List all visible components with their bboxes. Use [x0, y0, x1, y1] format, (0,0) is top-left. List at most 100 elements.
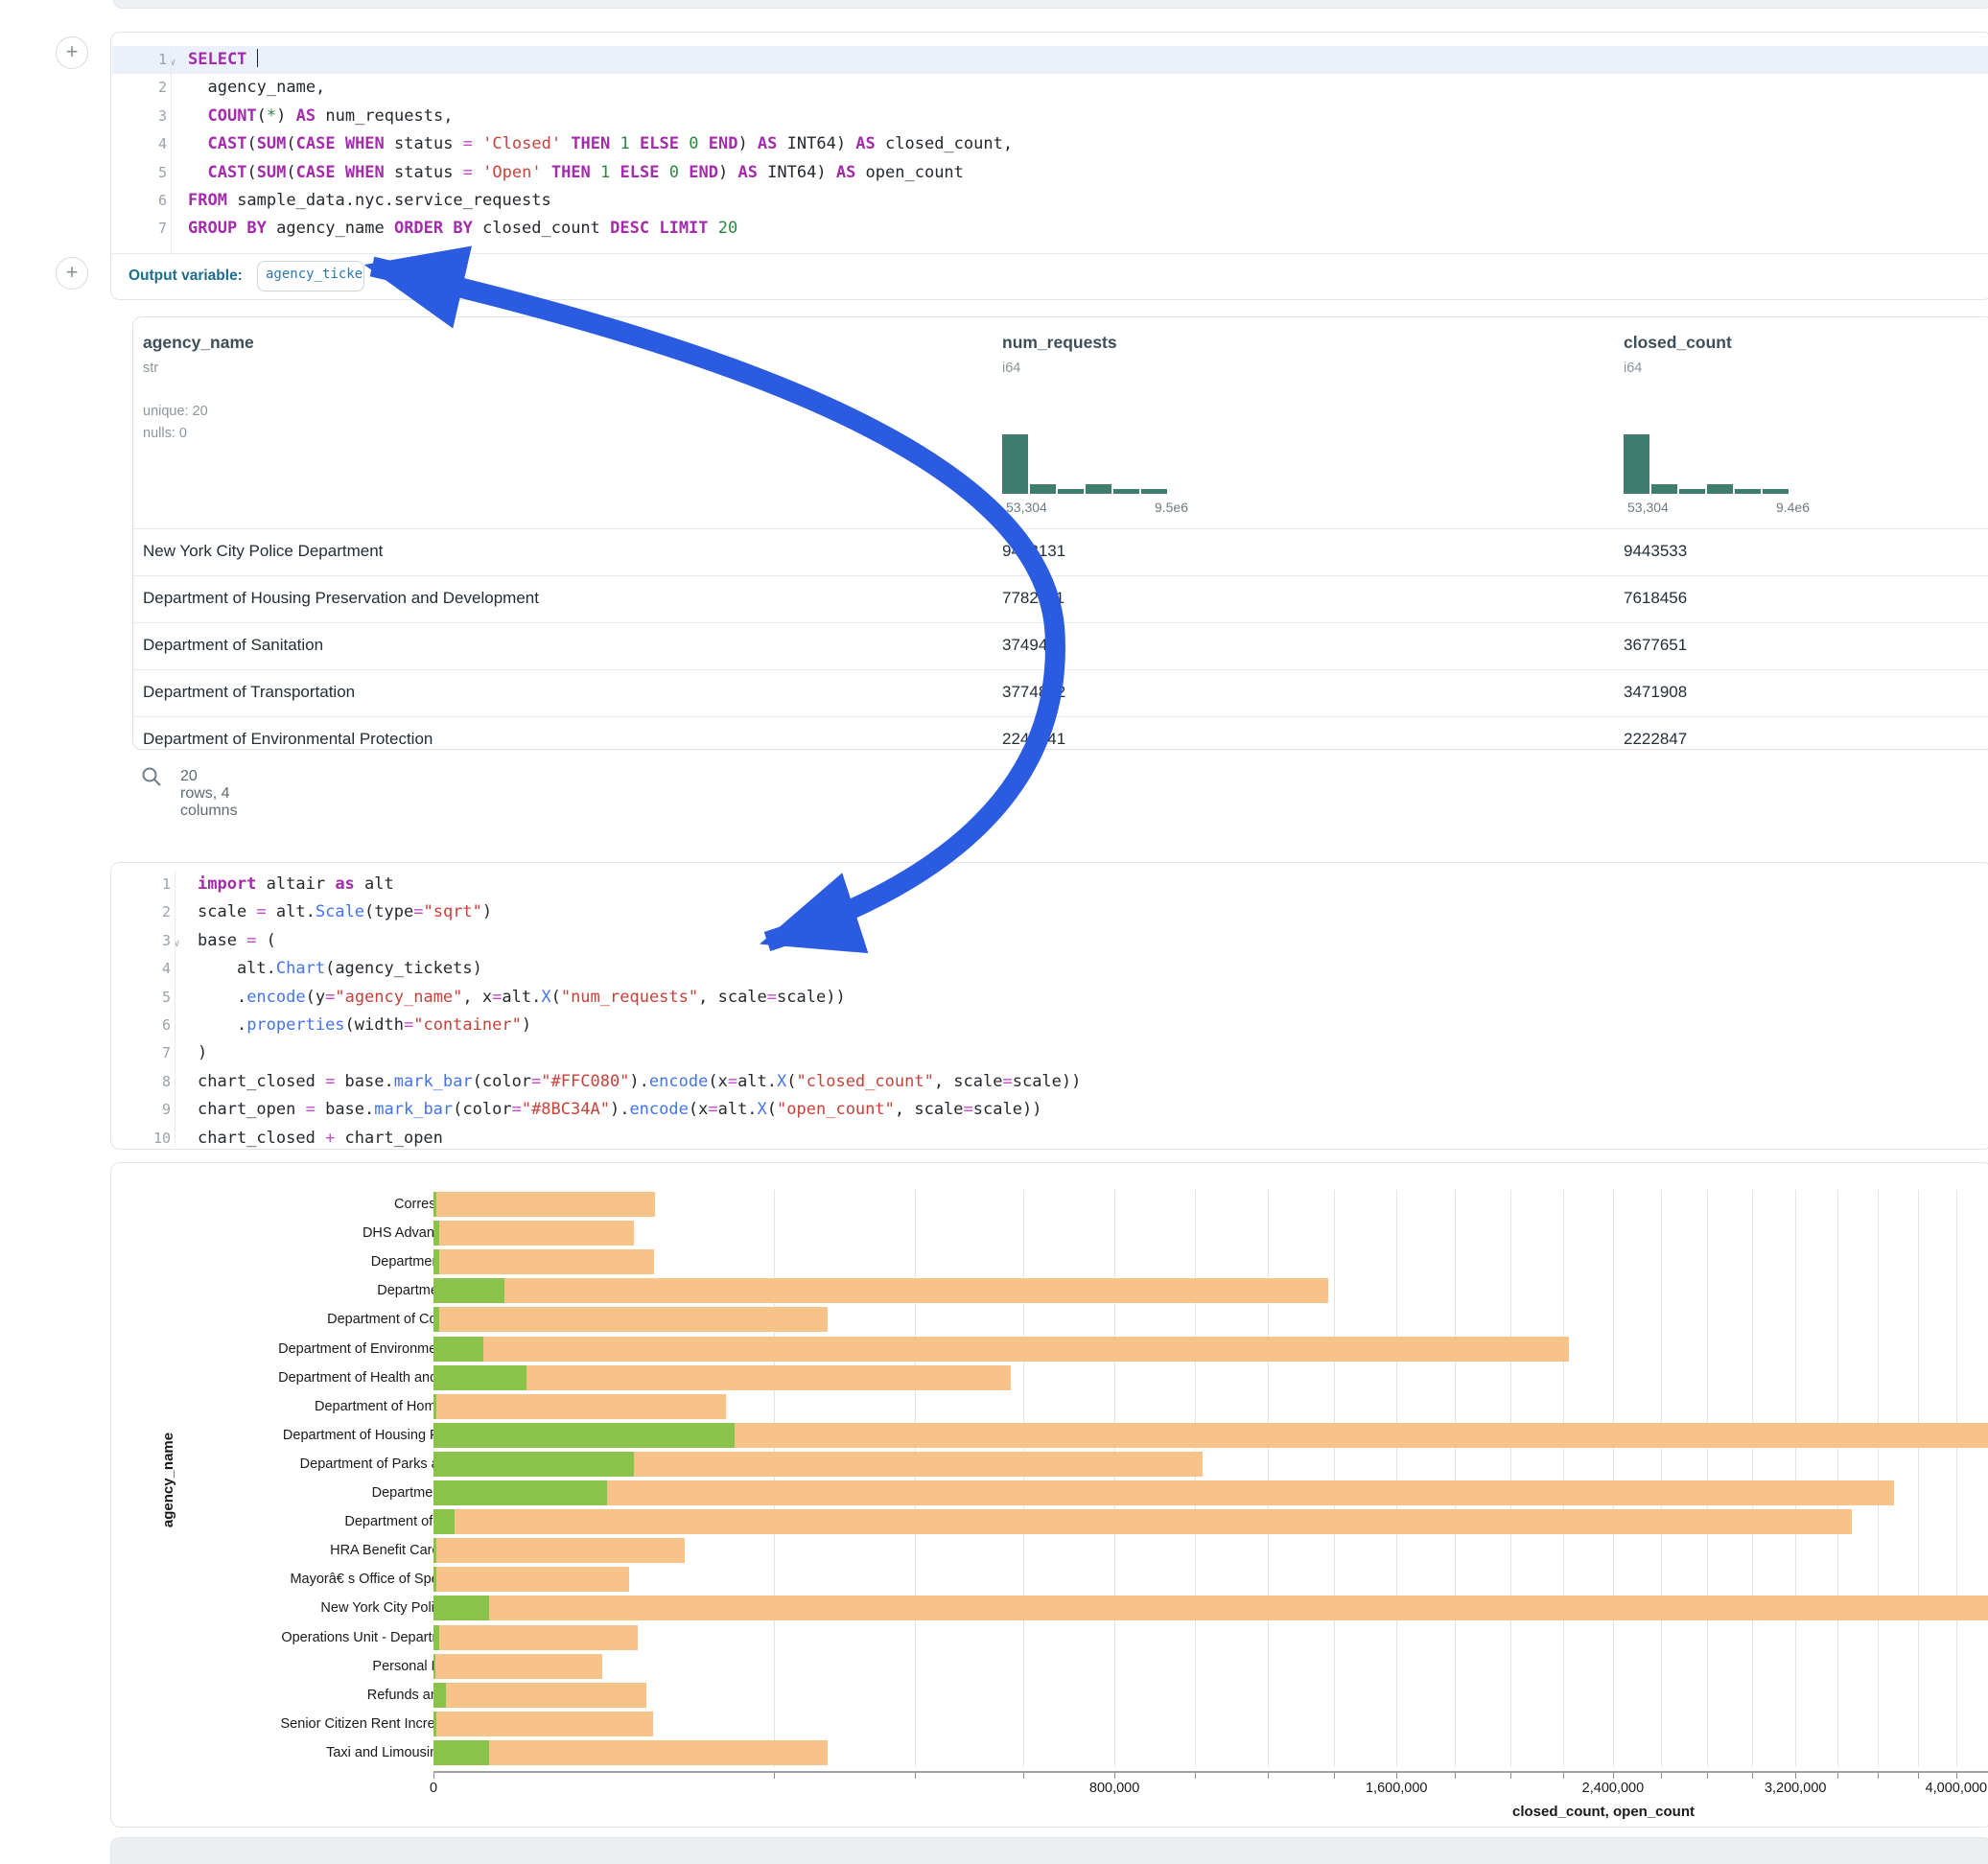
bar-closed-count[interactable] [433, 1394, 726, 1419]
bar-open-count[interactable] [433, 1249, 439, 1274]
add-cell-button[interactable]: + [56, 257, 88, 290]
bar-open-count[interactable] [433, 1538, 436, 1563]
bar-closed-count[interactable] [433, 1249, 654, 1274]
code-line[interactable]: 4 CAST(SUM(CASE WHEN status = 'Closed' T… [111, 130, 1988, 158]
bar-closed-count[interactable] [433, 1712, 653, 1736]
bar-closed-count[interactable] [433, 1538, 685, 1563]
output-variable-row: Output variable: agency_tickets [111, 253, 1988, 301]
bar-closed-count[interactable] [433, 1307, 828, 1332]
table-row[interactable]: Department of Sanitation37494853677651 [133, 622, 1988, 669]
table-row[interactable]: Department of Environmental Protection22… [133, 716, 1988, 763]
search-icon[interactable] [140, 765, 163, 788]
code-line[interactable]: 7GROUP BY agency_name ORDER BY closed_co… [111, 215, 1988, 243]
column-header-closed_count[interactable]: closed_counti64 [1624, 333, 1732, 376]
line-number: 4 [123, 130, 167, 158]
bar-open-count[interactable] [433, 1278, 504, 1303]
output-variable-pill[interactable]: agency_tickets [257, 261, 364, 291]
column-header-num_requests[interactable]: num_requestsi64 [1002, 333, 1117, 376]
code-line[interactable]: 5 .encode(y="agency_name", x=alt.X("num_… [111, 984, 1988, 1012]
bar-closed-count[interactable] [433, 1509, 1852, 1534]
line-number: 8 [127, 1068, 171, 1096]
bar-open-count[interactable] [433, 1712, 436, 1736]
line-number: 1 [127, 871, 171, 898]
code-text: chart_closed + chart_open [198, 1125, 443, 1153]
column-histogram [1002, 434, 1175, 494]
code-line[interactable]: 5 CAST(SUM(CASE WHEN status = 'Open' THE… [111, 159, 1988, 187]
bar-open-count[interactable] [433, 1567, 436, 1592]
bar-closed-count[interactable] [433, 1683, 646, 1708]
x-axis-tick [1956, 1773, 1957, 1779]
code-line[interactable]: 9chart_open = base.mark_bar(color="#8BC3… [111, 1096, 1988, 1124]
code-line[interactable]: 3∨base = ( [111, 927, 1988, 955]
code-line[interactable]: 6 .properties(width="container") [111, 1012, 1988, 1039]
bar-open-count[interactable] [433, 1394, 436, 1419]
bar-closed-count[interactable] [433, 1337, 1569, 1362]
text-cursor [257, 49, 259, 67]
line-number: 3 [127, 927, 171, 955]
bar-closed-count[interactable] [433, 1278, 1328, 1303]
bar-open-count[interactable] [433, 1423, 735, 1448]
code-line[interactable]: 4 alt.Chart(agency_tickets) [111, 955, 1988, 983]
column-header-agency_name[interactable]: agency_namestrunique: 20nulls: 0 [143, 333, 254, 445]
code-line[interactable]: 10 chart_closed + chart_open [111, 1125, 1988, 1153]
add-cell-button[interactable]: + [56, 36, 88, 69]
python-code-cell[interactable]: 1import altair as alt2scale = alt.Scale(… [110, 862, 1988, 1150]
x-axis-tick [1023, 1773, 1024, 1779]
x-axis-tick [1707, 1773, 1708, 1779]
bar-closed-count[interactable] [433, 1567, 629, 1592]
x-axis-tick-label: 0 [430, 1781, 437, 1796]
x-axis-tick-label: 4,000,000 [1926, 1781, 1988, 1796]
x-axis-tick [433, 1773, 434, 1779]
bar-open-count[interactable] [433, 1596, 489, 1620]
bar-closed-count[interactable] [433, 1192, 655, 1217]
line-number: 10 [127, 1125, 171, 1153]
gutter-divider [171, 46, 172, 253]
x-axis-tick [1334, 1773, 1335, 1779]
code-line[interactable]: 8chart_closed = base.mark_bar(color="#FF… [111, 1068, 1988, 1096]
bar-open-count[interactable] [433, 1509, 455, 1534]
bar-open-count[interactable] [433, 1654, 435, 1679]
sql-code-editor[interactable]: 1∨SELECT 2 agency_name,3 COUNT(*) AS num… [111, 46, 1988, 253]
bar-open-count[interactable] [433, 1452, 634, 1477]
code-line[interactable]: 3 COUNT(*) AS num_requests, [111, 103, 1988, 130]
bar-open-count[interactable] [433, 1480, 607, 1505]
code-text: COUNT(*) AS num_requests, [188, 103, 453, 130]
bar-open-count[interactable] [433, 1365, 526, 1390]
bar-closed-count[interactable] [433, 1625, 638, 1650]
x-axis-tick [774, 1773, 775, 1779]
code-text: FROM sample_data.nyc.service_requests [188, 187, 551, 215]
table-row[interactable]: Department of Transportation377489234719… [133, 669, 1988, 716]
x-axis-tick [1510, 1773, 1511, 1779]
code-line[interactable]: 1import altair as alt [111, 871, 1988, 898]
bar-open-count[interactable] [433, 1192, 436, 1217]
table-row[interactable]: New York City Police Department945313194… [133, 528, 1988, 575]
code-line[interactable]: 2 agency_name, [111, 74, 1988, 102]
x-axis-tick [1195, 1773, 1196, 1779]
bar-closed-count[interactable] [433, 1740, 828, 1765]
x-axis-tick-label: 2,400,000 [1582, 1781, 1645, 1796]
chart-plot-area [433, 1190, 1988, 1767]
line-number: 5 [127, 984, 171, 1012]
bar-open-count[interactable] [433, 1307, 439, 1332]
bar-open-count[interactable] [433, 1221, 439, 1246]
line-number: 5 [123, 159, 167, 187]
bar-closed-count[interactable] [433, 1654, 602, 1679]
sql-code-cell[interactable]: 1∨SELECT 2 agency_name,3 COUNT(*) AS num… [110, 32, 1988, 300]
table-row[interactable]: Department of Housing Preservation and D… [133, 575, 1988, 622]
dataframe-preview: agency_namestrunique: 20nulls: 0 num_requ… [132, 316, 1988, 750]
python-code-editor[interactable]: 1import altair as alt2scale = alt.Scale(… [111, 871, 1988, 1147]
bar-open-count[interactable] [433, 1683, 446, 1708]
line-number: 7 [127, 1039, 171, 1067]
line-number: 3 [123, 103, 167, 130]
code-line[interactable]: 2scale = alt.Scale(type="sqrt") [111, 898, 1988, 926]
code-line[interactable]: 1∨SELECT [111, 46, 1988, 74]
bar-open-count[interactable] [433, 1337, 483, 1362]
bar-open-count[interactable] [433, 1740, 489, 1765]
bar-closed-count[interactable] [433, 1596, 1988, 1620]
bar-closed-count[interactable] [433, 1221, 634, 1246]
code-line[interactable]: 7) [111, 1039, 1988, 1067]
x-axis-tick [915, 1773, 916, 1779]
bar-open-count[interactable] [433, 1625, 439, 1650]
bar-closed-count[interactable] [433, 1480, 1894, 1505]
code-line[interactable]: 6FROM sample_data.nyc.service_requests [111, 187, 1988, 215]
